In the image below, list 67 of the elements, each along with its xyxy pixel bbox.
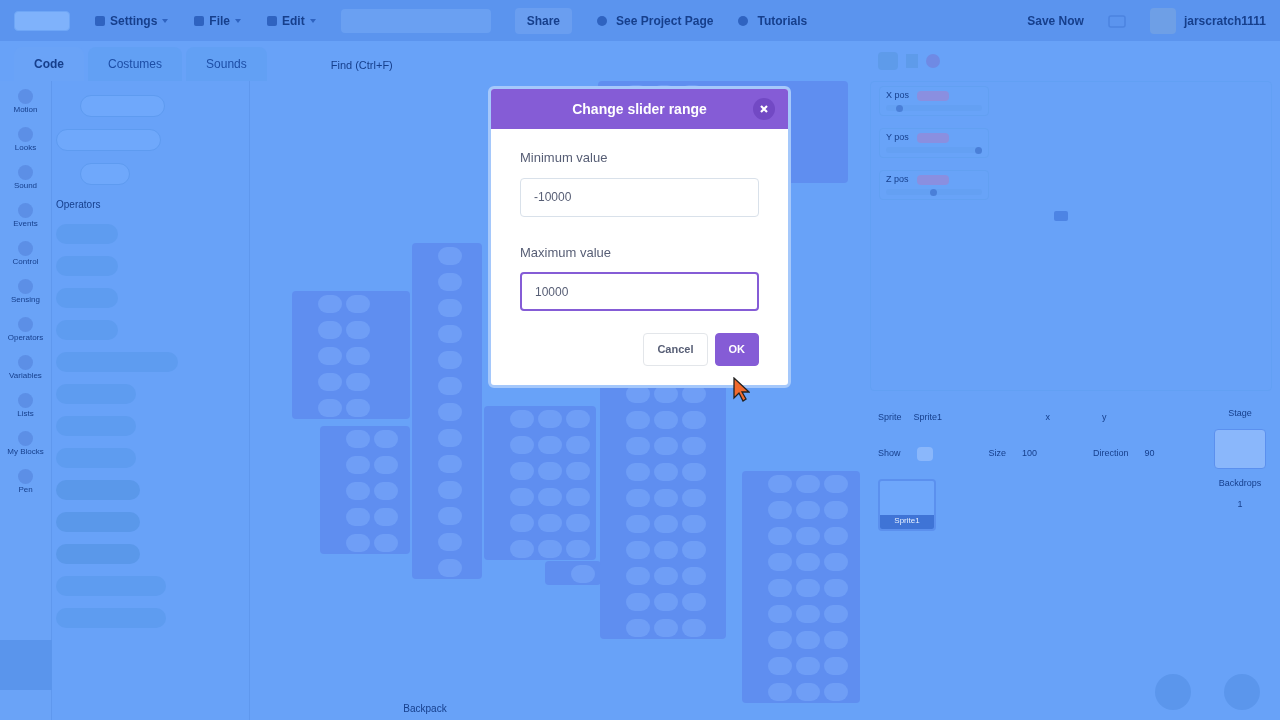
slider-track[interactable] bbox=[886, 188, 982, 195]
y-label: y bbox=[1102, 411, 1107, 425]
direction-value[interactable]: 90 bbox=[1144, 447, 1155, 461]
share-button[interactable]: Share bbox=[514, 7, 573, 34]
close-icon bbox=[760, 105, 768, 113]
dialog-title: Change slider range bbox=[572, 99, 707, 119]
menu-item[interactable]: File bbox=[193, 11, 242, 30]
category-item[interactable]: Sensing bbox=[11, 279, 40, 313]
editor-tab[interactable]: Costumes bbox=[88, 47, 183, 81]
monitor-value bbox=[916, 174, 949, 185]
backdrops-label: Backdrops bbox=[1218, 476, 1262, 490]
category-item[interactable]: Variables bbox=[9, 355, 42, 389]
find-field[interactable]: Find (Ctrl+F) bbox=[330, 56, 531, 73]
slider-thumb[interactable] bbox=[896, 104, 904, 112]
show-label: Show bbox=[878, 447, 901, 461]
editor-tab[interactable]: Sounds bbox=[186, 47, 267, 81]
category-item[interactable]: Events bbox=[13, 203, 38, 237]
monitor-label: Y pos bbox=[886, 131, 909, 144]
monitor-value bbox=[917, 90, 949, 101]
save-now-link[interactable]: Save Now bbox=[1027, 11, 1084, 30]
sprite-name-field[interactable]: Sprite1 bbox=[913, 411, 1014, 425]
monitor-label: X pos bbox=[886, 89, 909, 102]
category-item[interactable]: Operators bbox=[7, 317, 44, 351]
category-item[interactable]: Sound bbox=[13, 165, 38, 199]
direction-label: Direction bbox=[1093, 447, 1129, 461]
dialog-button[interactable]: OK bbox=[714, 333, 759, 366]
number-input-field[interactable]: 10000 bbox=[520, 272, 759, 311]
category-item[interactable]: My Blocks bbox=[7, 431, 44, 465]
sprite-label: Sprite bbox=[878, 411, 902, 425]
menu-item[interactable]: Settings bbox=[94, 11, 170, 30]
number-input-field[interactable]: -10000 bbox=[520, 177, 759, 217]
size-value[interactable]: 100 bbox=[1022, 447, 1038, 461]
size-label: Size bbox=[988, 447, 1007, 461]
category-item[interactable]: Looks bbox=[14, 127, 37, 161]
visible-toggle[interactable] bbox=[916, 447, 933, 461]
slider-thumb[interactable] bbox=[975, 146, 983, 154]
category-item[interactable]: Pen bbox=[18, 469, 33, 503]
menu-item[interactable]: Edit bbox=[266, 11, 317, 30]
backdrops-count: 1 bbox=[1237, 498, 1243, 511]
backpack-label[interactable]: Backpack bbox=[260, 701, 590, 716]
field-label: Minimum value bbox=[520, 149, 609, 167]
logo[interactable] bbox=[14, 10, 70, 31]
slider-track[interactable] bbox=[886, 104, 982, 111]
category-item[interactable]: Motion bbox=[13, 89, 38, 123]
sprite-thumbnail-name: Sprite1 bbox=[880, 515, 934, 529]
menu-link[interactable]: See Project Page bbox=[596, 11, 714, 30]
stage-thumbnail[interactable] bbox=[1214, 428, 1266, 469]
category-item[interactable]: Control bbox=[12, 241, 39, 275]
category-item[interactable]: Lists bbox=[17, 393, 34, 427]
slider-thumb[interactable] bbox=[930, 188, 937, 196]
monitor-value bbox=[916, 132, 949, 143]
close-button[interactable] bbox=[753, 98, 775, 120]
monitor-label: Z pos bbox=[886, 173, 909, 186]
stage-label: Stage bbox=[1228, 407, 1252, 420]
dialog-button[interactable]: Cancel bbox=[643, 333, 708, 366]
caret-icon bbox=[308, 16, 317, 25]
mouse-cursor-icon bbox=[733, 377, 750, 402]
sprite-thumbnail[interactable]: Sprite1 bbox=[878, 479, 936, 531]
menu-link[interactable]: Tutorials bbox=[737, 11, 808, 30]
x-label: x bbox=[1045, 411, 1050, 425]
field-label: Maximum value bbox=[520, 243, 613, 262]
palette-heading: Operators bbox=[56, 198, 102, 212]
username[interactable]: jarscratch1111 bbox=[1183, 11, 1266, 30]
slider-track[interactable] bbox=[886, 146, 982, 153]
caret-icon bbox=[161, 16, 170, 25]
caret-icon bbox=[234, 16, 242, 25]
sprite-icon[interactable] bbox=[1053, 210, 1069, 222]
